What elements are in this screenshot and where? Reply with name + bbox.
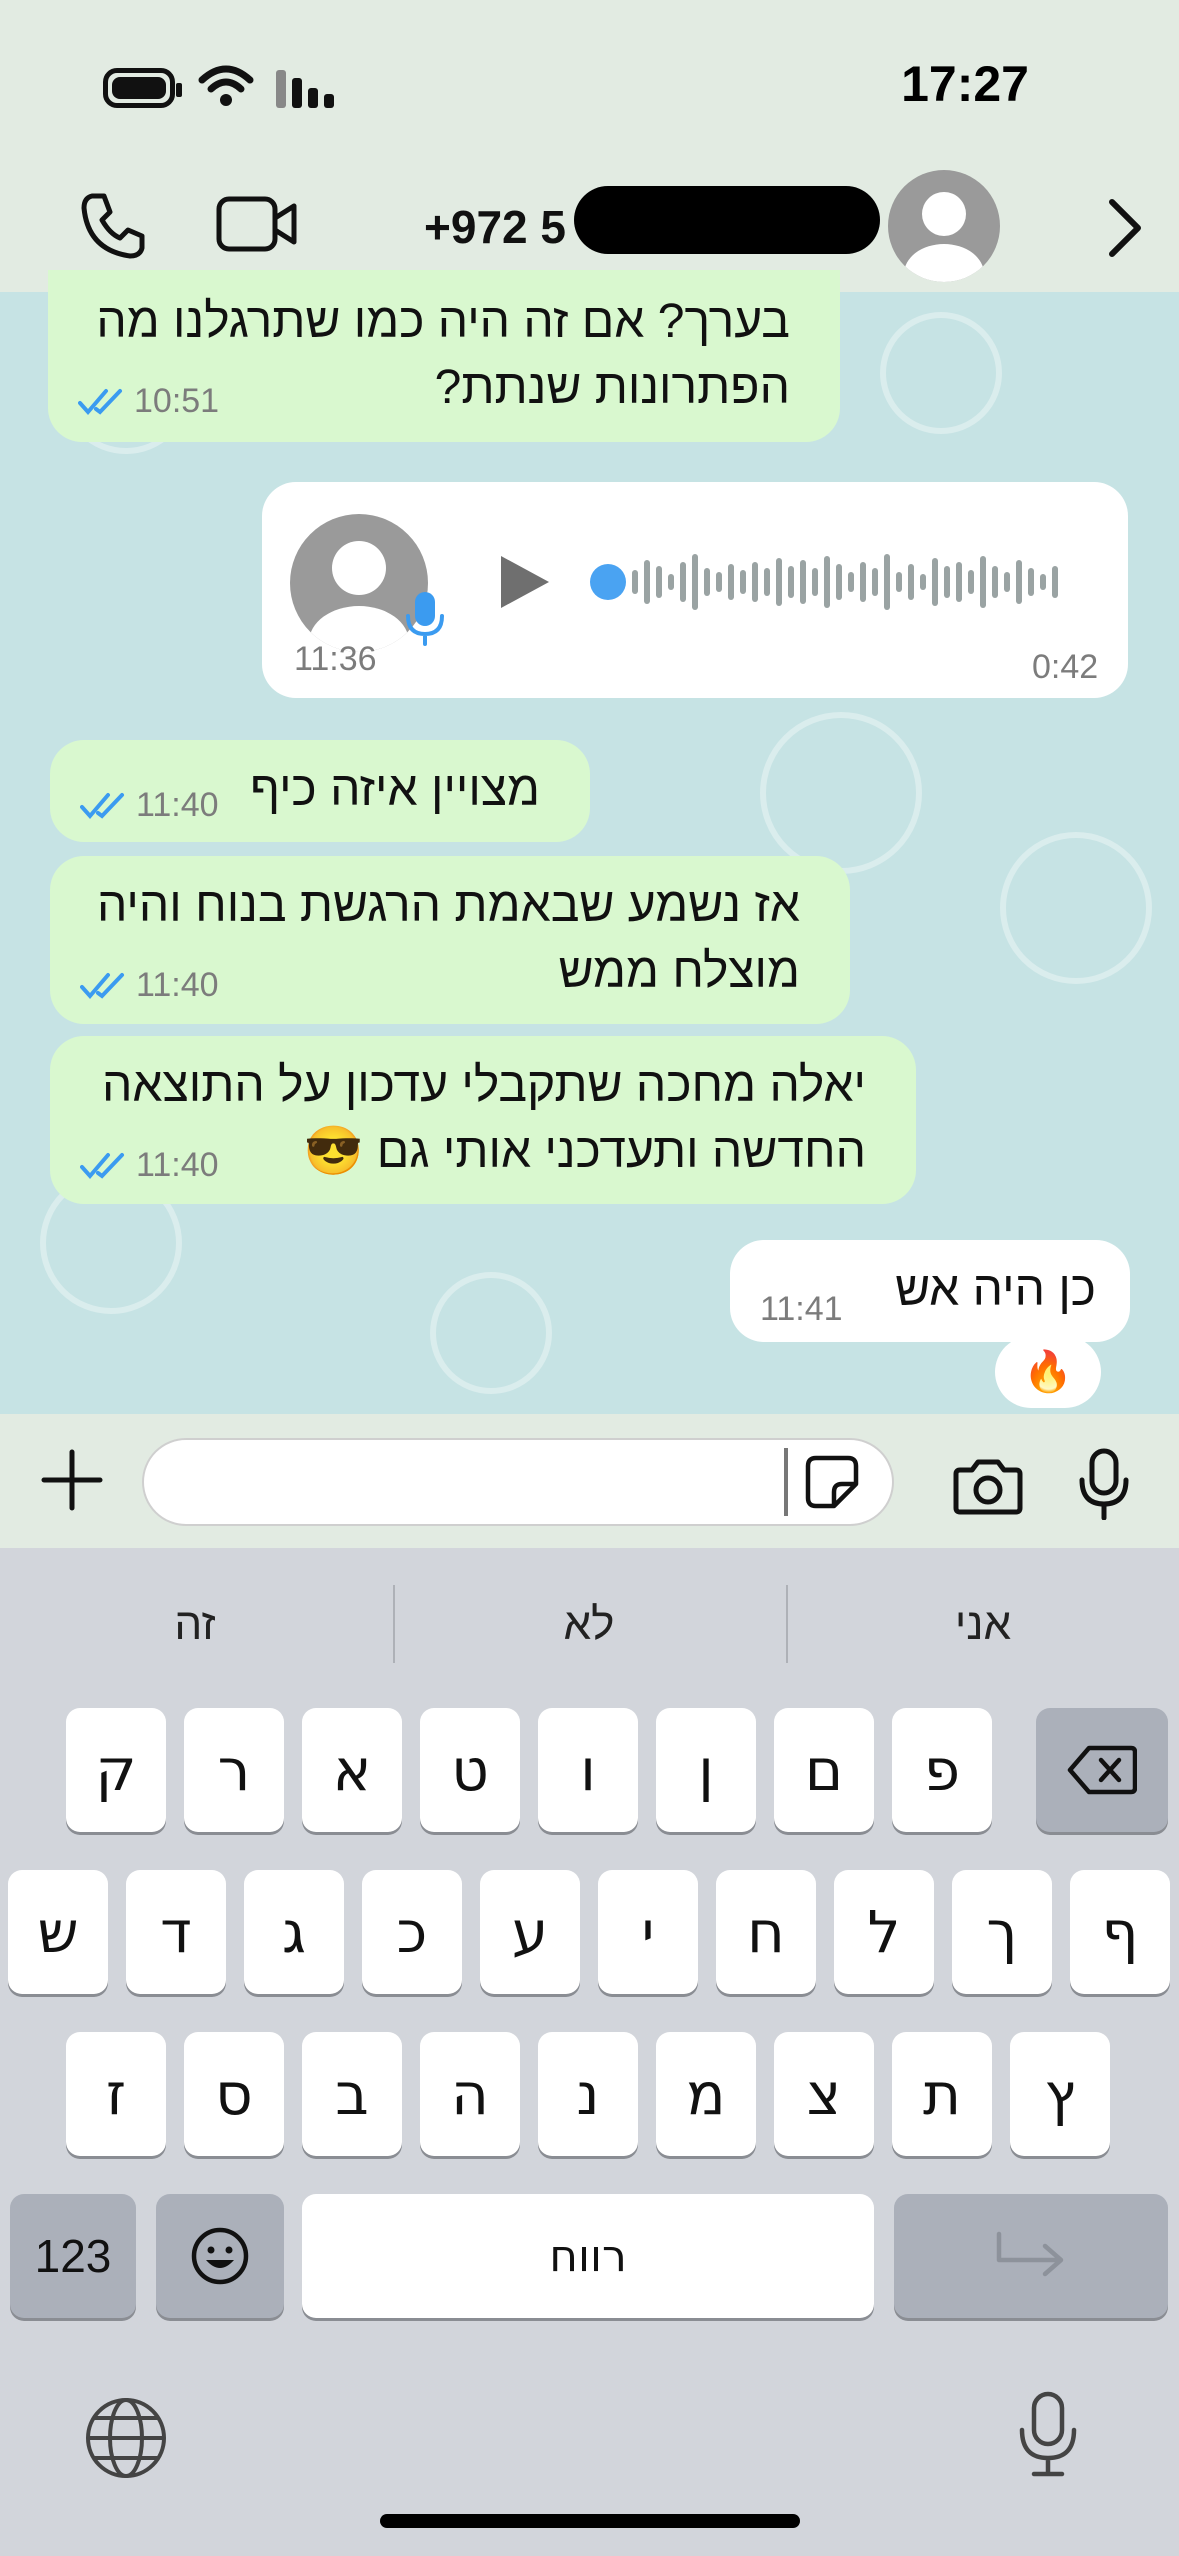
key[interactable]: ח [716,1870,816,1994]
signal-icon [276,70,334,108]
audio-waveform[interactable] [588,544,1078,620]
message-time: 11:40 [136,966,219,1004]
key[interactable]: ת [892,2032,992,2156]
message-bubble[interactable]: אז נשמע שבאמת הרגשת בנוח והיה מוצלח ממש … [50,856,850,1024]
mic-icon [406,592,444,646]
key[interactable]: נ [538,2032,638,2156]
redaction-bar [574,186,880,254]
message-meta: 11:40 [80,786,219,825]
suggestion[interactable]: זה [0,1600,390,1650]
key[interactable]: ג [244,1870,344,1994]
home-indicator[interactable] [380,2514,800,2528]
message-text: הפתרונות שנתת? [434,361,790,414]
message-bubble[interactable]: יאלה מחכה שתקבלי עדכון על התוצאה החדשה ו… [50,1036,916,1204]
key[interactable]: ע [480,1870,580,1994]
contact-name[interactable]: +972 5 [424,200,566,254]
video-call-icon[interactable] [216,196,298,252]
backspace-key[interactable] [1036,1708,1168,1832]
key[interactable]: ד [126,1870,226,1994]
contact-avatar[interactable] [888,170,1000,282]
message-meta: 11:40 [80,966,219,1005]
message-text: מצויין איזה כיף [250,763,540,816]
battery-icon [103,68,182,108]
text-cursor [784,1448,788,1516]
voice-duration: 0:42 [1032,648,1099,686]
message-time: 11:41 [760,1290,843,1328]
key[interactable]: י [598,1870,698,1994]
suggestion[interactable]: לא [394,1600,784,1650]
key[interactable]: פ [892,1708,992,1832]
microphone-icon[interactable] [1078,1448,1130,1520]
message-time: 10:51 [134,382,220,420]
read-ticks-icon [80,972,124,999]
key[interactable]: ל [834,1870,934,1994]
message-bubble[interactable]: בערך? אם זה היה כמו שתרגלנו מה הפתרונות … [48,270,840,442]
return-icon [996,2231,1064,2277]
reaction-badge[interactable]: 🔥 [995,1336,1101,1408]
chevron-right-icon[interactable] [1106,196,1146,260]
key[interactable]: ב [302,2032,402,2156]
numbers-key[interactable]: 123 [10,2194,136,2318]
suggestion[interactable]: אני [788,1600,1178,1650]
key[interactable]: א [302,1708,402,1832]
emoji: 😎 [303,1125,364,1178]
message-meta: 11:40 [80,1146,219,1185]
person-icon [904,192,984,282]
message-bubble[interactable]: מצויין איזה כיף 11:40 [50,740,590,842]
plus-icon[interactable] [40,1448,104,1512]
message-time: 11:40 [136,1146,219,1184]
return-key[interactable] [894,2194,1168,2318]
space-key[interactable]: רווח [302,2194,874,2318]
key[interactable]: ה [420,2032,520,2156]
key[interactable]: ף [1070,1870,1170,1994]
message-meta: 10:51 [78,382,219,421]
camera-icon[interactable] [952,1456,1024,1516]
backspace-icon [1067,1745,1137,1795]
play-icon[interactable] [495,552,553,612]
key[interactable]: ך [952,1870,1052,1994]
key[interactable]: ם [774,1708,874,1832]
key[interactable]: מ [656,2032,756,2156]
key[interactable]: צ [774,2032,874,2156]
message-text: בערך? אם זה היה כמו שתרגלנו מה [96,295,790,348]
key[interactable]: ט [420,1708,520,1832]
key[interactable]: ו [538,1708,638,1832]
message-bubble[interactable]: כן היה אש 11:41 [730,1240,1130,1342]
wifi-icon [198,65,254,106]
status-time: 17:27 [901,56,1029,112]
key[interactable]: ס [184,2032,284,2156]
key[interactable]: ז [66,2032,166,2156]
emoji-icon [191,2227,249,2285]
key[interactable]: ש [8,1870,108,1994]
emoji-key[interactable] [156,2194,284,2318]
key[interactable]: ק [66,1708,166,1832]
key[interactable]: ר [184,1708,284,1832]
message-text: יאלה מחכה שתקבלי עדכון על התוצאה [102,1059,866,1112]
dictation-mic-icon[interactable] [1016,2390,1080,2480]
message-time: 11:40 [136,786,219,824]
voice-sent-time: 11:36 [294,640,377,678]
key[interactable]: ן [656,1708,756,1832]
message-text: החדשה ותעדכני אותי גם 😎 [303,1125,866,1178]
phone-icon[interactable] [78,190,148,260]
key[interactable]: כ [362,1870,462,1994]
read-ticks-icon [80,792,124,819]
message-text: כן היה אש [895,1263,1096,1316]
message-text: אז נשמע שבאמת הרגשת בנוח והיה [96,879,800,932]
message-text: מוצלח ממש [558,945,800,998]
sticker-icon[interactable] [804,1454,860,1510]
message-input[interactable] [142,1438,894,1526]
key[interactable]: ץ [1010,2032,1110,2156]
read-ticks-icon [80,1152,124,1179]
read-ticks-icon [78,388,122,415]
globe-icon[interactable] [84,2396,168,2480]
